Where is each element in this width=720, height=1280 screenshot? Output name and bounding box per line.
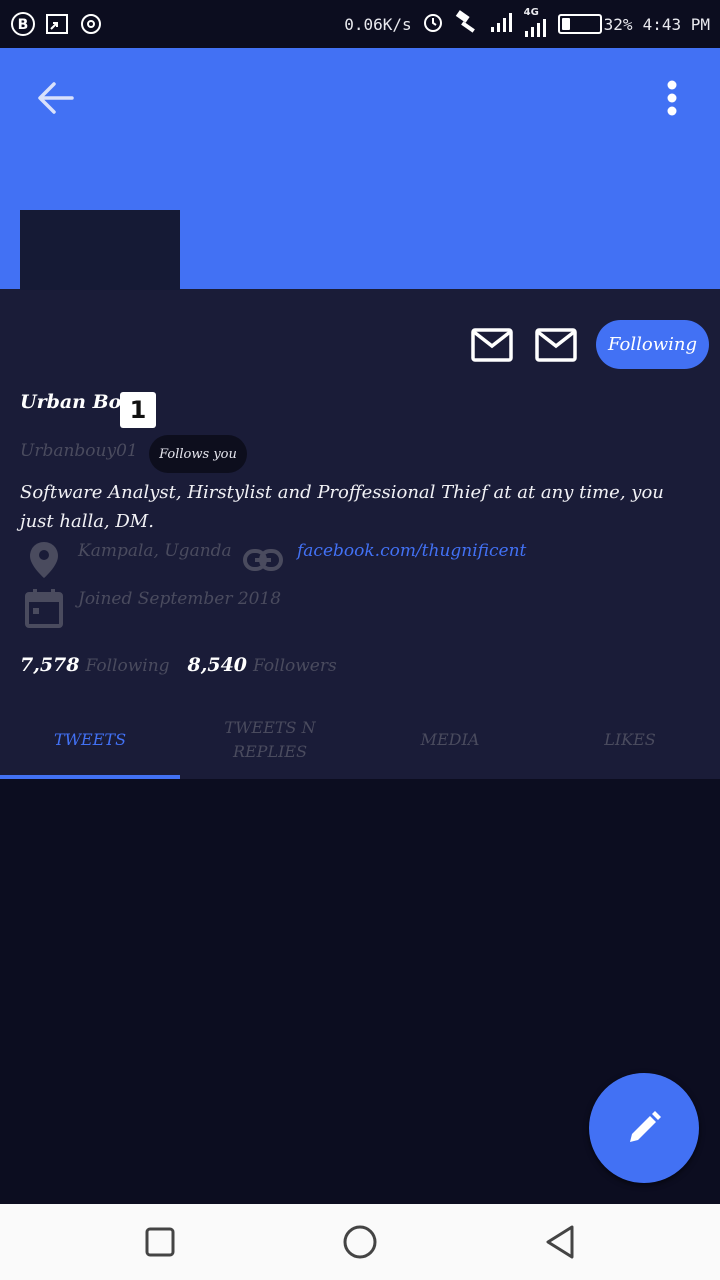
calendar-icon (25, 588, 63, 632)
following-button[interactable]: Following (596, 320, 709, 369)
svg-text:B: B (18, 17, 29, 33)
signal-4g-icon: 4G (524, 7, 548, 37)
following-count[interactable]: 7,578 (20, 654, 80, 676)
link-icon (243, 548, 283, 576)
recent-apps-icon (145, 1227, 175, 1257)
avatar[interactable] (20, 210, 180, 290)
more-vertical-icon (667, 80, 677, 116)
mail-icon (535, 328, 577, 362)
follows-you-badge: Follows you (149, 435, 247, 473)
profile-bio: Software Analyst, Hirstylist and Proffes… (20, 482, 664, 532)
tab-tweets[interactable]: TWEETS (0, 700, 180, 779)
sync-icon (78, 11, 104, 37)
system-nav-bar (0, 1204, 720, 1280)
location-icon (28, 540, 60, 584)
home-icon (343, 1225, 377, 1259)
profile-name: Urban Boy (20, 391, 133, 413)
followers-count[interactable]: 8,540 (188, 654, 248, 676)
profile-link[interactable]: facebook.com/thugnificent (297, 541, 526, 561)
b-app-icon: B (10, 11, 36, 37)
tab-media[interactable]: MEDIA (360, 700, 540, 779)
profile-stats: 7,578 Following 8,540 Followers (20, 654, 349, 676)
recent-apps-button[interactable] (140, 1222, 180, 1262)
pencil-icon (630, 1111, 661, 1142)
compose-button[interactable] (589, 1073, 699, 1183)
home-button[interactable] (340, 1222, 380, 1262)
tab-tweets-n-replies[interactable]: TWEETS N REPLIES (180, 700, 360, 779)
tab-likes[interactable]: LIKES (540, 700, 720, 779)
following-label[interactable]: Following (86, 656, 170, 676)
back-button[interactable] (34, 78, 78, 118)
clock: 4:43 PM (642, 14, 710, 34)
mail-icon (471, 328, 513, 362)
status-bar: B 0.06K/s 4G 32% 4:43 PM (0, 0, 720, 48)
profile-location: Kampala, Uganda (78, 541, 232, 561)
net-speed: 0.06K/s (344, 14, 412, 34)
profile-joined: Joined September 2018 (78, 589, 282, 609)
battery-fill (561, 18, 571, 30)
hammer-icon (454, 10, 480, 38)
direct-message-button[interactable] (535, 328, 577, 362)
network-type: 4G (523, 7, 539, 18)
followers-label[interactable]: Followers (253, 656, 337, 676)
battery-percent: 32% (603, 14, 633, 34)
profile-handle: Urbanbouy01 (20, 441, 138, 461)
arrow-left-icon (38, 82, 74, 114)
more-options-button[interactable] (656, 76, 688, 120)
screen-cast-icon (44, 11, 70, 37)
profile-tabs: TWEETS TWEETS N REPLIES MEDIA LIKES (0, 700, 720, 779)
alarm-icon (422, 11, 444, 37)
badge: 1 (120, 392, 156, 428)
back-nav-button[interactable] (540, 1222, 580, 1262)
back-icon (546, 1225, 574, 1259)
battery-icon (557, 14, 602, 34)
signal-icon (490, 11, 514, 37)
message-button[interactable] (471, 328, 513, 362)
